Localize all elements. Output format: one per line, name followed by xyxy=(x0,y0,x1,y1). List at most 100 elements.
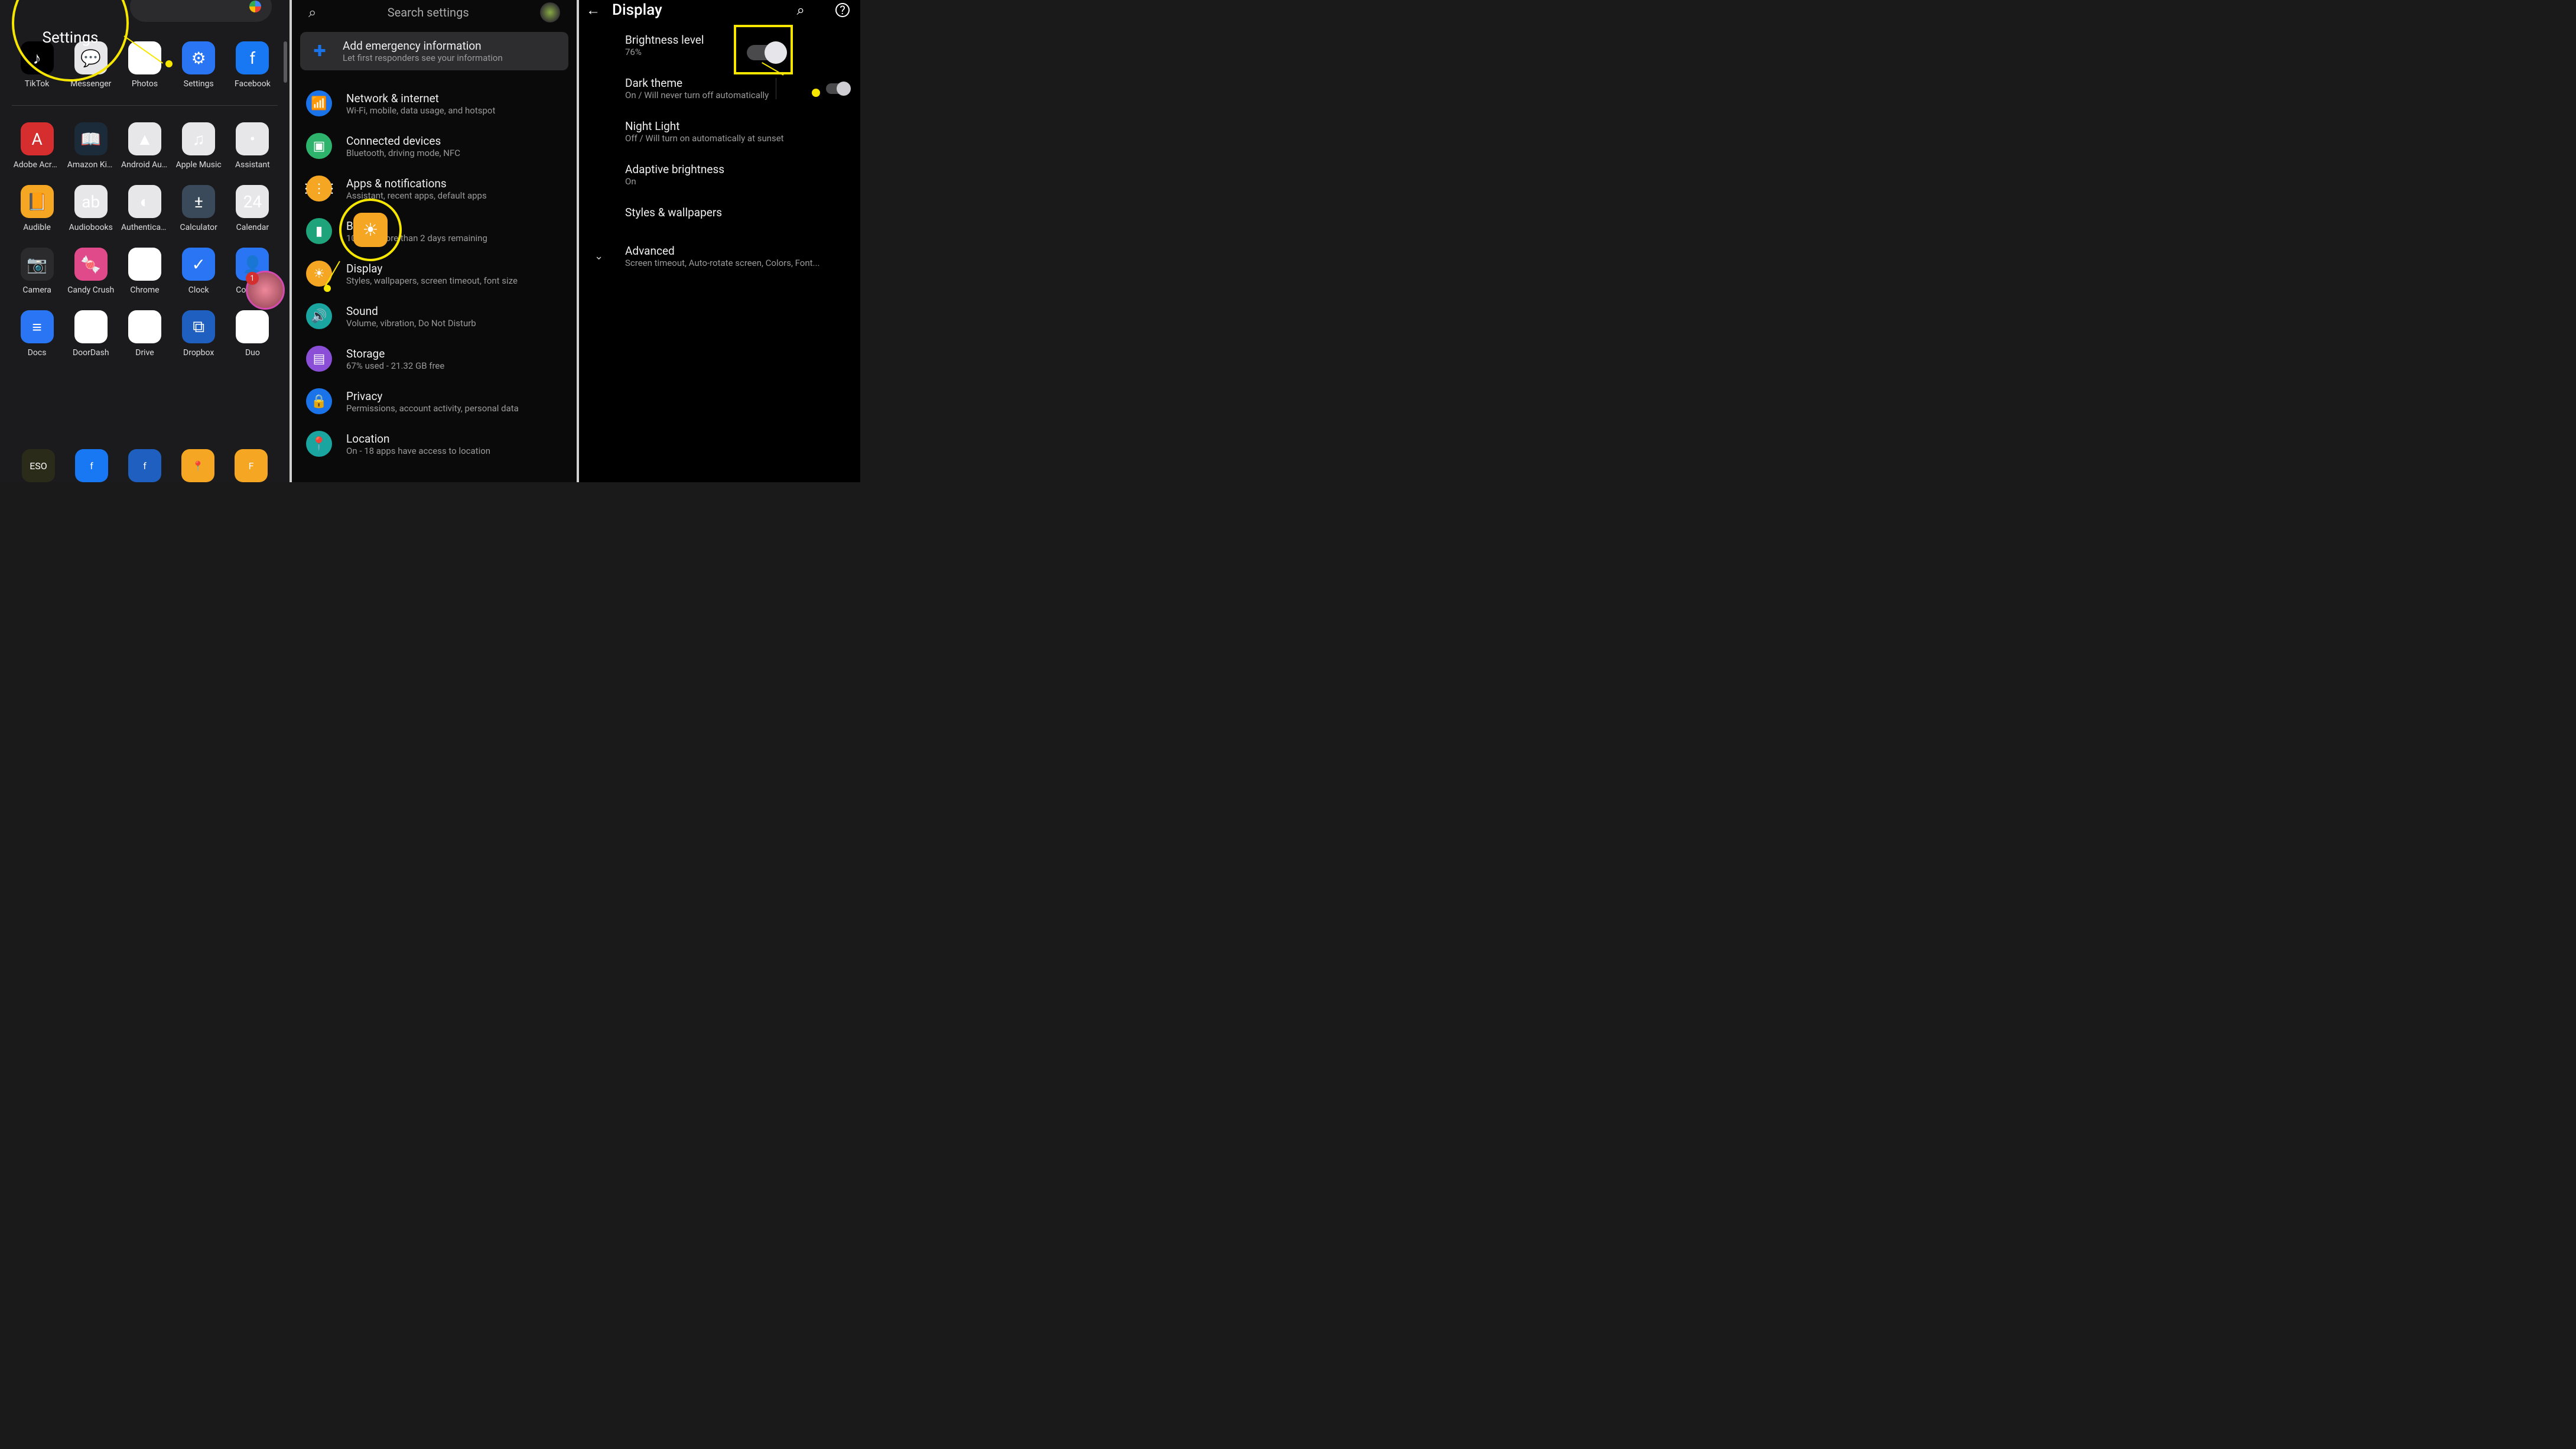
settings-root-panel: ⌕ Search settings ✚ Add emergency inform… xyxy=(290,0,579,482)
app-facebook[interactable]: fFacebook xyxy=(227,41,278,89)
app-label: Calculator xyxy=(175,223,222,232)
night-light-item[interactable]: Night Light Off / Will turn on automatic… xyxy=(579,110,860,153)
app-label: Audiobooks xyxy=(67,223,115,232)
app-calendar[interactable]: 24Calendar xyxy=(227,185,278,232)
display-settings-panel: ← Display ⌕ ? Brightness level 76% Dark … xyxy=(579,0,860,482)
settings-item-location[interactable]: 📍LocationOn - 18 apps have access to loc… xyxy=(292,423,577,465)
app-eso-toolkit[interactable]: ESO xyxy=(12,449,65,482)
app-facebook-lite[interactable]: f xyxy=(118,449,171,482)
app-icon: ▣ xyxy=(236,310,269,343)
app-icon: 📍 xyxy=(181,449,214,482)
account-avatar[interactable] xyxy=(540,2,560,22)
settings-item-connected-devices[interactable]: ▣Connected devicesBluetooth, driving mod… xyxy=(292,125,577,167)
app-candy-crush[interactable]: 🍬Candy Crush xyxy=(66,248,116,295)
app-tiktok[interactable]: ♪TikTok xyxy=(12,41,62,89)
app-audible[interactable]: 📙Audible xyxy=(12,185,62,232)
settings-item-title: Network & internet xyxy=(346,92,495,105)
apps-divider xyxy=(12,105,278,106)
settings-item-title: Connected devices xyxy=(346,134,460,148)
app-icon: ◎ xyxy=(128,248,161,281)
app-settings[interactable]: ⚙ Settings xyxy=(174,41,224,89)
settings-item-sub: Bluetooth, driving mode, NFC xyxy=(346,148,460,158)
app-clock[interactable]: ✓Clock xyxy=(174,248,224,295)
app-calculator[interactable]: ±Calculator xyxy=(174,185,224,232)
settings-item-display[interactable]: ☀DisplayStyles, wallpapers, screen timeo… xyxy=(292,252,577,295)
settings-item-sub: Styles, wallpapers, screen timeout, font… xyxy=(346,275,518,286)
app-amazon-kindle[interactable]: 📖Amazon Kindle xyxy=(66,122,116,170)
app-apple-music[interactable]: ♫Apple Music xyxy=(174,122,224,170)
app-messenger[interactable]: 💬Messenger xyxy=(66,41,116,89)
app-label: Camera xyxy=(14,285,61,295)
app-icon: ▲ xyxy=(128,122,161,155)
app-docs[interactable]: ≡ Docs xyxy=(12,310,62,358)
settings-item-privacy[interactable]: 🔒PrivacyPermissions, account activity, p… xyxy=(292,380,577,423)
settings-item-sub: On - 18 apps have access to location xyxy=(346,446,490,456)
app-fandango[interactable]: F xyxy=(225,449,278,482)
settings-item-icon: ☀ xyxy=(306,261,332,287)
search-icon[interactable]: ⌕ xyxy=(797,2,805,18)
google-search-bar[interactable] xyxy=(130,0,272,22)
settings-item-sub: Assistant, recent apps, default apps xyxy=(346,190,487,201)
styles-wallpapers-item[interactable]: Styles & wallpapers xyxy=(579,196,860,229)
app-icon: ESO xyxy=(22,449,55,482)
app-grid: ♪TikTok💬Messenger✦Photos ⚙ Settings fFacebo… xyxy=(12,41,278,358)
app-label: Candy Crush xyxy=(67,285,115,295)
settings-item-storage[interactable]: ▤Storage67% used - 21.32 GB free xyxy=(292,337,577,380)
app-maps-app[interactable]: 📍 xyxy=(171,449,225,482)
adaptive-brightness-item[interactable]: Adaptive brightness On xyxy=(579,153,860,196)
app-label: Facebook xyxy=(229,79,276,89)
brightness-title: Brightness level xyxy=(625,33,704,47)
settings-item-icon: ⋮⋮⋮ xyxy=(306,176,332,202)
app-label: Apple Music xyxy=(175,160,222,170)
callout-dot-2 xyxy=(324,285,331,292)
app-row-partial: ESO ff 📍 F xyxy=(12,449,278,482)
settings-item-sub: 67% used - 21.32 GB free xyxy=(346,360,444,371)
settings-search-bar[interactable]: ⌕ Search settings xyxy=(300,0,568,25)
app-label: Settings xyxy=(175,79,222,89)
app-adobe-acrobat[interactable]: AAdobe Acrobat xyxy=(12,122,62,170)
app-assistant[interactable]: •Assistant xyxy=(227,122,278,170)
dark-theme-item[interactable]: Dark theme On / Will never turn off auto… xyxy=(579,67,860,110)
app-facebook[interactable]: f xyxy=(65,449,118,482)
settings-item-title: Location xyxy=(346,432,490,446)
callout-dot-3 xyxy=(812,89,820,97)
brightness-level-item[interactable]: Brightness level 76% xyxy=(579,24,860,67)
help-icon[interactable]: ? xyxy=(835,3,850,17)
google-assistant-icon[interactable] xyxy=(249,1,261,12)
advanced-item[interactable]: ⌄ Advanced Screen timeout, Auto-rotate s… xyxy=(579,235,860,278)
settings-item-title: Apps & notifications xyxy=(346,177,487,190)
app-icon: ab xyxy=(74,185,108,218)
settings-list: 📶Network & internetWi-Fi, mobile, data u… xyxy=(292,82,577,465)
app-doordash[interactable]: ➔DoorDash xyxy=(66,310,116,358)
settings-item-icon: ▮ xyxy=(306,218,332,244)
app-chrome[interactable]: ◎Chrome xyxy=(119,248,170,295)
app-icon: f xyxy=(75,449,108,482)
app-icon: ⚙ xyxy=(182,41,215,74)
app-authenticator[interactable]: ◐Authenticator xyxy=(119,185,170,232)
app-icon: 💬 xyxy=(74,41,108,74)
display-header: ← Display ⌕ ? xyxy=(579,0,860,24)
settings-item-sound[interactable]: 🔊SoundVolume, vibration, Do Not Disturb xyxy=(292,295,577,337)
emergency-info-card[interactable]: ✚ Add emergency information Let first re… xyxy=(300,32,568,70)
settings-item-apps-notifications[interactable]: ⋮⋮⋮ Apps & notificationsAssistant, recent… xyxy=(292,167,577,210)
app-label: Docs xyxy=(14,348,61,358)
callout-dot-1 xyxy=(165,60,173,67)
app-icon: ≡ xyxy=(21,310,54,343)
brightness-value: 76% xyxy=(625,47,704,57)
app-duo[interactable]: ▣Duo xyxy=(227,310,278,358)
app-icon: f xyxy=(128,449,161,482)
back-arrow-icon[interactable]: ← xyxy=(586,2,600,19)
dark-theme-switch[interactable] xyxy=(826,83,850,94)
settings-item-network-internet[interactable]: 📶Network & internetWi-Fi, mobile, data u… xyxy=(292,82,577,125)
settings-item-battery[interactable]: ▮Battery100% – More than 2 days remainin… xyxy=(292,210,577,252)
app-drive[interactable]: △Drive xyxy=(119,310,170,358)
app-android-auto[interactable]: ▲Android Auto xyxy=(119,122,170,170)
app-icon: △ xyxy=(128,310,161,343)
app-label: Authenticator xyxy=(121,223,168,232)
drawer-scrollbar[interactable] xyxy=(284,41,287,83)
plus-medical-icon: ✚ xyxy=(310,41,330,61)
app-audiobooks[interactable]: ab Audiobooks xyxy=(66,185,116,232)
app-photos[interactable]: ✦Photos xyxy=(119,41,170,89)
app-camera[interactable]: 📷Camera xyxy=(12,248,62,295)
app-dropbox[interactable]: ⧉Dropbox xyxy=(174,310,224,358)
